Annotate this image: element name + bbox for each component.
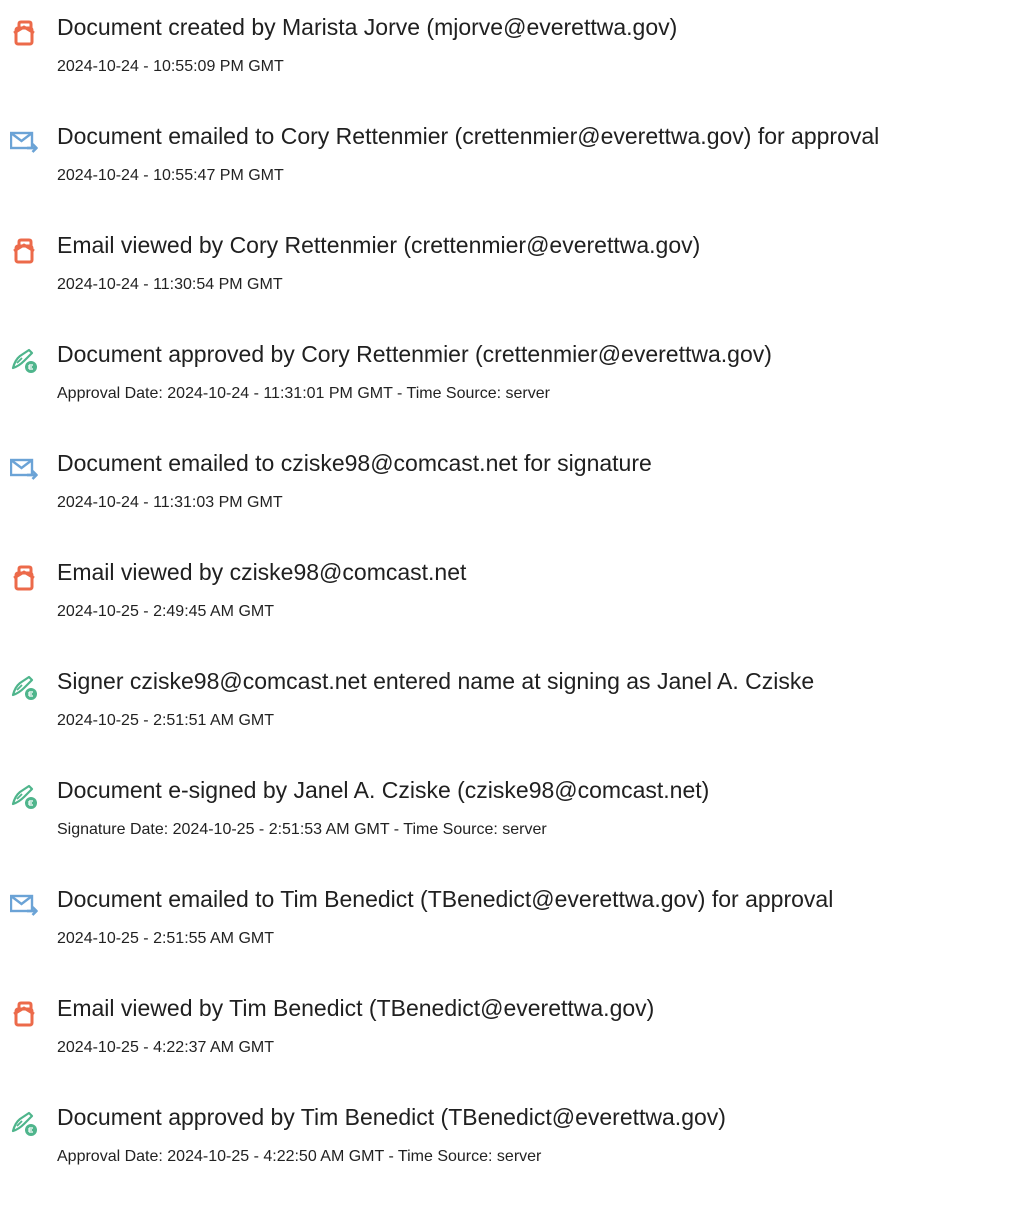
event-description: Document emailed to cziske98@comcast.net… xyxy=(57,450,652,476)
event-description: Email viewed by Cory Rettenmier (cretten… xyxy=(57,232,701,258)
document-created-icon xyxy=(10,19,38,47)
document-viewed-icon xyxy=(10,564,38,592)
email-sent-icon xyxy=(10,891,38,919)
event-description: Signer cziske98@comcast.net entered name… xyxy=(57,668,815,694)
event-description: Document approved by Tim Benedict (TBene… xyxy=(57,1104,726,1130)
event-description: Document e-signed by Janel A. Cziske (cz… xyxy=(57,777,710,803)
audit-event: Email viewed by Cory Rettenmier (cretten… xyxy=(0,230,1010,310)
pen-signature-icon xyxy=(10,1109,38,1137)
event-timestamp: Approval Date: 2024-10-24 - 11:31:01 PM … xyxy=(57,385,550,402)
document-viewed-icon xyxy=(10,1000,38,1028)
event-timestamp: 2024-10-24 - 10:55:09 PM GMT xyxy=(57,58,284,75)
event-timestamp: 2024-10-24 - 11:30:54 PM GMT xyxy=(57,276,283,293)
audit-event: Document e-signed by Janel A. Cziske (cz… xyxy=(0,775,1010,855)
event-timestamp: 2024-10-24 - 10:55:47 PM GMT xyxy=(57,167,284,184)
email-sent-icon xyxy=(10,128,38,156)
audit-event: Document emailed to cziske98@comcast.net… xyxy=(0,448,1010,528)
audit-event: Signer cziske98@comcast.net entered name… xyxy=(0,666,1010,746)
event-timestamp: 2024-10-24 - 11:31:03 PM GMT xyxy=(57,494,283,511)
event-timestamp: 2024-10-25 - 2:51:51 AM GMT xyxy=(57,712,274,729)
email-sent-icon xyxy=(10,455,38,483)
pen-signature-icon xyxy=(10,782,38,810)
audit-event: Document approved by Tim Benedict (TBene… xyxy=(0,1102,1010,1182)
audit-event: Document approved by Cory Rettenmier (cr… xyxy=(0,339,1010,419)
event-description: Document approved by Cory Rettenmier (cr… xyxy=(57,341,772,367)
audit-event: Document emailed to Cory Rettenmier (cre… xyxy=(0,121,1010,201)
event-timestamp: 2024-10-25 - 2:49:45 AM GMT xyxy=(57,603,274,620)
pen-signature-icon xyxy=(10,346,38,374)
audit-event: Email viewed by cziske98@comcast.net 202… xyxy=(0,557,1010,637)
document-viewed-icon xyxy=(10,237,38,265)
pen-signature-icon xyxy=(10,673,38,701)
audit-event: Email viewed by Tim Benedict (TBenedict@… xyxy=(0,993,1010,1073)
event-timestamp: Signature Date: 2024-10-25 - 2:51:53 AM … xyxy=(57,821,547,838)
event-description: Email viewed by cziske98@comcast.net xyxy=(57,559,467,585)
event-timestamp: Approval Date: 2024-10-25 - 4:22:50 AM G… xyxy=(57,1148,542,1165)
event-description: Document created by Marista Jorve (mjorv… xyxy=(57,14,678,40)
event-timestamp: 2024-10-25 - 4:22:37 AM GMT xyxy=(57,1039,274,1056)
event-description: Document emailed to Tim Benedict (TBened… xyxy=(57,886,834,912)
audit-event: Document created by Marista Jorve (mjorv… xyxy=(0,12,1010,92)
event-description: Document emailed to Cory Rettenmier (cre… xyxy=(57,123,880,149)
audit-event: Document emailed to Tim Benedict (TBened… xyxy=(0,884,1010,964)
event-description: Email viewed by Tim Benedict (TBenedict@… xyxy=(57,995,655,1021)
event-timestamp: 2024-10-25 - 2:51:55 AM GMT xyxy=(57,930,274,947)
